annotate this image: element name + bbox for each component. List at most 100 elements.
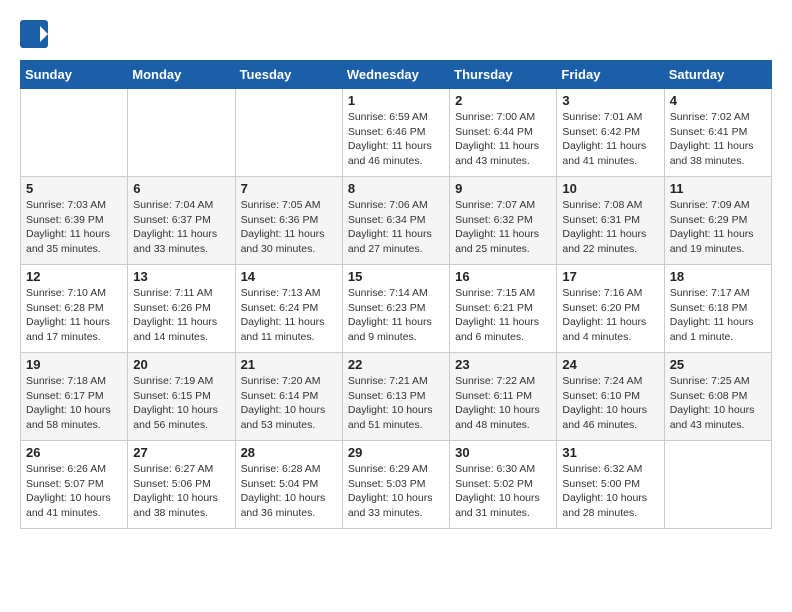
calendar-cell: 12 Sunrise: 7:10 AM Sunset: 6:28 PM Dayli… — [21, 265, 128, 353]
calendar-cell: 19 Sunrise: 7:18 AM Sunset: 6:17 PM Dayli… — [21, 353, 128, 441]
calendar-cell: 11 Sunrise: 7:09 AM Sunset: 6:29 PM Dayli… — [664, 177, 771, 265]
calendar-cell: 6 Sunrise: 7:04 AM Sunset: 6:37 PM Daylig… — [128, 177, 235, 265]
day-info: Sunrise: 7:13 AM Sunset: 6:24 PM Dayligh… — [241, 286, 337, 345]
day-number: 26 — [26, 445, 122, 460]
calendar-cell: 16 Sunrise: 7:15 AM Sunset: 6:21 PM Dayli… — [450, 265, 557, 353]
day-number: 10 — [562, 181, 658, 196]
calendar-cell: 14Sunrise: 7:13 AM Sunset: 6:24 PM Dayli… — [235, 265, 342, 353]
day-number: 4 — [670, 93, 766, 108]
logo-icon — [20, 20, 50, 50]
calendar-week-row: 1 Sunrise: 6:59 AM Sunset: 6:46 PM Daylig… — [21, 89, 772, 177]
calendar-cell: 2Sunrise: 7:00 AM Sunset: 6:44 PM Daylig… — [450, 89, 557, 177]
logo — [20, 20, 54, 50]
page-header — [20, 20, 772, 50]
day-info: Sunrise: 7:04 AM Sunset: 6:37 PM Dayligh… — [133, 198, 229, 257]
day-number: 1 — [348, 93, 444, 108]
calendar-week-row: 26 Sunrise: 6:26 AM Sunset: 5:07 PM Dayli… — [21, 441, 772, 529]
calendar-cell: 27 Sunrise: 6:27 AM Sunset: 5:06 PM Dayli… — [128, 441, 235, 529]
day-info: Sunrise: 7:14 AM Sunset: 6:23 PM Dayligh… — [348, 286, 444, 345]
day-number: 19 — [26, 357, 122, 372]
calendar-cell: 5 Sunrise: 7:03 AM Sunset: 6:39 PM Daylig… — [21, 177, 128, 265]
day-number: 11 — [670, 181, 766, 196]
day-number: 23 — [455, 357, 551, 372]
day-number: 3 — [562, 93, 658, 108]
day-number: 20 — [133, 357, 229, 372]
day-number: 31 — [562, 445, 658, 460]
day-number: 9 — [455, 181, 551, 196]
day-number: 6 — [133, 181, 229, 196]
day-number: 7 — [241, 181, 337, 196]
calendar-table: SundayMondayTuesdayWednesdayThursdayFrid… — [20, 60, 772, 529]
calendar-week-row: 12 Sunrise: 7:10 AM Sunset: 6:28 PM Dayli… — [21, 265, 772, 353]
day-number: 25 — [670, 357, 766, 372]
calendar-cell — [21, 89, 128, 177]
calendar-cell: 3 Sunrise: 7:01 AM Sunset: 6:42 PM Daylig… — [557, 89, 664, 177]
day-info: Sunrise: 6:30 AM Sunset: 5:02 PM Dayligh… — [455, 462, 551, 521]
day-info: Sunrise: 7:05 AM Sunset: 6:36 PM Dayligh… — [241, 198, 337, 257]
day-info: Sunrise: 7:25 AM Sunset: 6:08 PM Dayligh… — [670, 374, 766, 433]
day-number: 24 — [562, 357, 658, 372]
day-info: Sunrise: 7:08 AM Sunset: 6:31 PM Dayligh… — [562, 198, 658, 257]
day-number: 29 — [348, 445, 444, 460]
day-info: Sunrise: 6:59 AM Sunset: 6:46 PM Dayligh… — [348, 110, 444, 169]
day-info: Sunrise: 7:20 AM Sunset: 6:14 PM Dayligh… — [241, 374, 337, 433]
calendar-cell: 13Sunrise: 7:11 AM Sunset: 6:26 PM Dayli… — [128, 265, 235, 353]
day-of-week-header: Wednesday — [342, 61, 449, 89]
day-of-week-header: Saturday — [664, 61, 771, 89]
day-number: 21 — [241, 357, 337, 372]
calendar-cell: 10 Sunrise: 7:08 AM Sunset: 6:31 PM Dayli… — [557, 177, 664, 265]
day-number: 2 — [455, 93, 551, 108]
day-number: 5 — [26, 181, 122, 196]
day-info: Sunrise: 6:27 AM Sunset: 5:06 PM Dayligh… — [133, 462, 229, 521]
day-info: Sunrise: 7:19 AM Sunset: 6:15 PM Dayligh… — [133, 374, 229, 433]
day-number: 12 — [26, 269, 122, 284]
calendar-header-row: SundayMondayTuesdayWednesdayThursdayFrid… — [21, 61, 772, 89]
day-info: Sunrise: 7:03 AM Sunset: 6:39 PM Dayligh… — [26, 198, 122, 257]
calendar-cell: 18 Sunrise: 7:17 AM Sunset: 6:18 PM Dayli… — [664, 265, 771, 353]
day-info: Sunrise: 7:01 AM Sunset: 6:42 PM Dayligh… — [562, 110, 658, 169]
day-info: Sunrise: 7:24 AM Sunset: 6:10 PM Dayligh… — [562, 374, 658, 433]
day-info: Sunrise: 7:07 AM Sunset: 6:32 PM Dayligh… — [455, 198, 551, 257]
calendar-cell: 17 Sunrise: 7:16 AM Sunset: 6:20 PM Dayli… — [557, 265, 664, 353]
calendar-cell: 23 Sunrise: 7:22 AM Sunset: 6:11 PM Dayli… — [450, 353, 557, 441]
day-info: Sunrise: 6:26 AM Sunset: 5:07 PM Dayligh… — [26, 462, 122, 521]
day-of-week-header: Thursday — [450, 61, 557, 89]
day-info: Sunrise: 7:18 AM Sunset: 6:17 PM Dayligh… — [26, 374, 122, 433]
day-info: Sunrise: 7:06 AM Sunset: 6:34 PM Dayligh… — [348, 198, 444, 257]
calendar-cell: 22Sunrise: 7:21 AM Sunset: 6:13 PM Dayli… — [342, 353, 449, 441]
calendar-cell — [235, 89, 342, 177]
day-of-week-header: Friday — [557, 61, 664, 89]
day-info: Sunrise: 7:17 AM Sunset: 6:18 PM Dayligh… — [670, 286, 766, 345]
day-number: 30 — [455, 445, 551, 460]
day-info: Sunrise: 7:10 AM Sunset: 6:28 PM Dayligh… — [26, 286, 122, 345]
day-number: 22 — [348, 357, 444, 372]
calendar-week-row: 5 Sunrise: 7:03 AM Sunset: 6:39 PM Daylig… — [21, 177, 772, 265]
calendar-cell: 25 Sunrise: 7:25 AM Sunset: 6:08 PM Dayli… — [664, 353, 771, 441]
day-of-week-header: Tuesday — [235, 61, 342, 89]
day-info: Sunrise: 7:09 AM Sunset: 6:29 PM Dayligh… — [670, 198, 766, 257]
calendar-cell: 4Sunrise: 7:02 AM Sunset: 6:41 PM Daylig… — [664, 89, 771, 177]
calendar-cell — [664, 441, 771, 529]
day-number: 27 — [133, 445, 229, 460]
day-info: Sunrise: 6:28 AM Sunset: 5:04 PM Dayligh… — [241, 462, 337, 521]
day-info: Sunrise: 6:29 AM Sunset: 5:03 PM Dayligh… — [348, 462, 444, 521]
day-info: Sunrise: 7:11 AM Sunset: 6:26 PM Dayligh… — [133, 286, 229, 345]
day-number: 17 — [562, 269, 658, 284]
day-info: Sunrise: 7:16 AM Sunset: 6:20 PM Dayligh… — [562, 286, 658, 345]
day-number: 16 — [455, 269, 551, 284]
calendar-cell: 1 Sunrise: 6:59 AM Sunset: 6:46 PM Daylig… — [342, 89, 449, 177]
day-info: Sunrise: 7:22 AM Sunset: 6:11 PM Dayligh… — [455, 374, 551, 433]
calendar-cell: 21 Sunrise: 7:20 AM Sunset: 6:14 PM Dayli… — [235, 353, 342, 441]
calendar-cell: 24 Sunrise: 7:24 AM Sunset: 6:10 PM Dayli… — [557, 353, 664, 441]
calendar-cell: 30 Sunrise: 6:30 AM Sunset: 5:02 PM Dayli… — [450, 441, 557, 529]
day-of-week-header: Sunday — [21, 61, 128, 89]
day-number: 18 — [670, 269, 766, 284]
calendar-cell: 29 Sunrise: 6:29 AM Sunset: 5:03 PM Dayli… — [342, 441, 449, 529]
calendar-cell — [128, 89, 235, 177]
calendar-cell: 28Sunrise: 6:28 AM Sunset: 5:04 PM Dayli… — [235, 441, 342, 529]
calendar-week-row: 19 Sunrise: 7:18 AM Sunset: 6:17 PM Dayli… — [21, 353, 772, 441]
calendar-cell: 26 Sunrise: 6:26 AM Sunset: 5:07 PM Dayli… — [21, 441, 128, 529]
calendar-cell: 8Sunrise: 7:06 AM Sunset: 6:34 PM Daylig… — [342, 177, 449, 265]
day-info: Sunrise: 7:15 AM Sunset: 6:21 PM Dayligh… — [455, 286, 551, 345]
day-number: 15 — [348, 269, 444, 284]
